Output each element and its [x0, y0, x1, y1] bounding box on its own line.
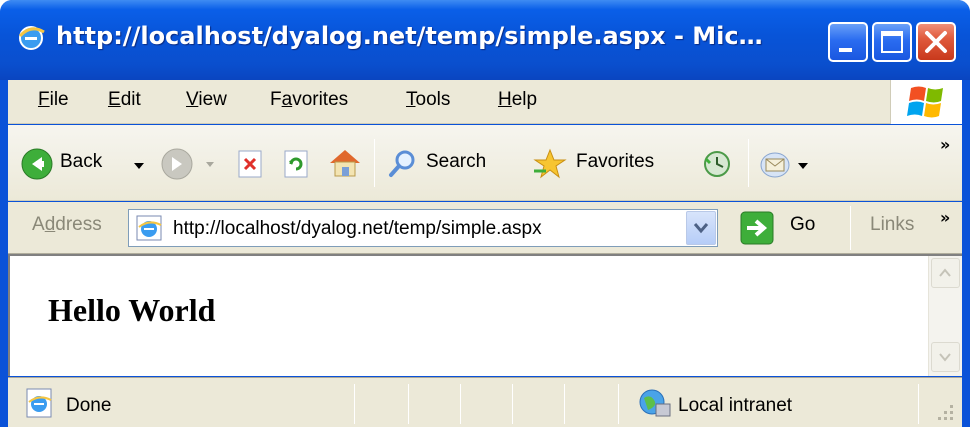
maximize-button[interactable]: [872, 22, 912, 62]
mail-dropdown-icon: [798, 163, 808, 169]
maximize-icon: [881, 31, 903, 53]
history-button[interactable]: [700, 147, 734, 181]
go-arrow-icon: [740, 211, 774, 245]
toolbar-separator: [374, 139, 375, 187]
minimize-button[interactable]: [828, 22, 868, 62]
refresh-button[interactable]: [280, 147, 314, 181]
intranet-globe-icon: [639, 389, 671, 417]
refresh-icon: [284, 150, 308, 178]
status-separator: [408, 384, 409, 424]
mail-button[interactable]: [758, 147, 818, 181]
search-icon: [389, 150, 415, 177]
forward-button[interactable]: [158, 145, 224, 183]
toolbar-separator: [748, 139, 749, 187]
page-done-icon: [26, 388, 52, 418]
links-label[interactable]: Links: [870, 214, 914, 236]
menu-favorites[interactable]: Favorites: [270, 89, 348, 111]
menu-help[interactable]: Help: [498, 89, 537, 111]
status-separator: [618, 384, 619, 424]
vertical-scrollbar[interactable]: [928, 256, 962, 376]
close-icon: [925, 31, 947, 53]
forward-arrow-icon: [161, 148, 193, 180]
back-arrow-icon: [21, 148, 53, 180]
browser-window: http://localhost/dyalog.net/temp/simple.…: [0, 0, 970, 427]
chevron-down-icon: [939, 353, 951, 362]
menu-view[interactable]: View: [186, 89, 227, 111]
address-dropdown-button[interactable]: [686, 211, 716, 245]
go-label[interactable]: Go: [790, 214, 815, 236]
close-button[interactable]: [916, 22, 956, 62]
mail-icon: [760, 152, 790, 178]
status-text: Done: [66, 395, 112, 416]
search-label: Search: [426, 151, 487, 172]
security-zone-label: Local intranet: [678, 395, 793, 416]
back-dropdown-icon[interactable]: [132, 159, 146, 173]
favorites-button[interactable]: Favorites: [532, 145, 692, 183]
scroll-down-button[interactable]: [931, 342, 960, 372]
address-input[interactable]: http://localhost/dyalog.net/temp/simple.…: [128, 209, 718, 247]
title-bar[interactable]: http://localhost/dyalog.net/temp/simple.…: [0, 0, 970, 80]
favorites-label: Favorites: [576, 151, 655, 172]
address-url: http://localhost/dyalog.net/temp/simple.…: [173, 218, 542, 239]
favorites-star-icon: [533, 148, 567, 179]
forward-dropdown-icon: [206, 162, 214, 167]
status-separator: [512, 384, 513, 424]
page-content: Hello World: [8, 254, 962, 376]
status-separator: [354, 384, 355, 424]
scroll-up-button[interactable]: [931, 258, 960, 288]
address-label: Address: [32, 214, 102, 235]
menu-bar: File Edit View Favorites Tools Help: [8, 80, 962, 124]
status-separator: [564, 384, 565, 424]
menu-file[interactable]: File: [38, 89, 69, 111]
status-bar: Done Local intranet: [8, 377, 962, 427]
home-button[interactable]: [326, 145, 364, 181]
go-button[interactable]: [740, 211, 776, 245]
stop-icon: [238, 150, 262, 178]
page-ie-icon: [136, 215, 162, 241]
toolbar-overflow-chevron[interactable]: »: [940, 135, 950, 154]
menu-edit[interactable]: Edit: [108, 89, 141, 111]
menu-tools[interactable]: Tools: [406, 89, 450, 111]
minimize-icon: [839, 48, 852, 52]
resize-grip-icon[interactable]: [936, 403, 956, 423]
windows-logo: [890, 80, 962, 124]
chevron-down-icon: [693, 223, 709, 234]
home-icon: [330, 150, 360, 177]
back-label: Back: [60, 151, 103, 172]
status-separator: [918, 384, 919, 424]
page-heading: Hello World: [48, 292, 216, 328]
address-separator: [850, 206, 851, 250]
window-title: http://localhost/dyalog.net/temp/simple.…: [56, 22, 763, 50]
status-separator: [460, 384, 461, 424]
search-button[interactable]: Search: [386, 145, 526, 183]
stop-button[interactable]: [234, 147, 268, 181]
links-overflow-chevron[interactable]: »: [940, 208, 950, 227]
chevron-up-icon: [939, 268, 951, 277]
windows-flag-icon: [907, 86, 943, 118]
back-button[interactable]: Back: [20, 145, 150, 183]
standard-toolbar: Back Search Favorites »: [8, 125, 962, 201]
ie-icon: [18, 26, 45, 50]
history-icon: [704, 151, 730, 177]
address-bar: Address http://localhost/dyalog.net/temp…: [8, 202, 962, 254]
